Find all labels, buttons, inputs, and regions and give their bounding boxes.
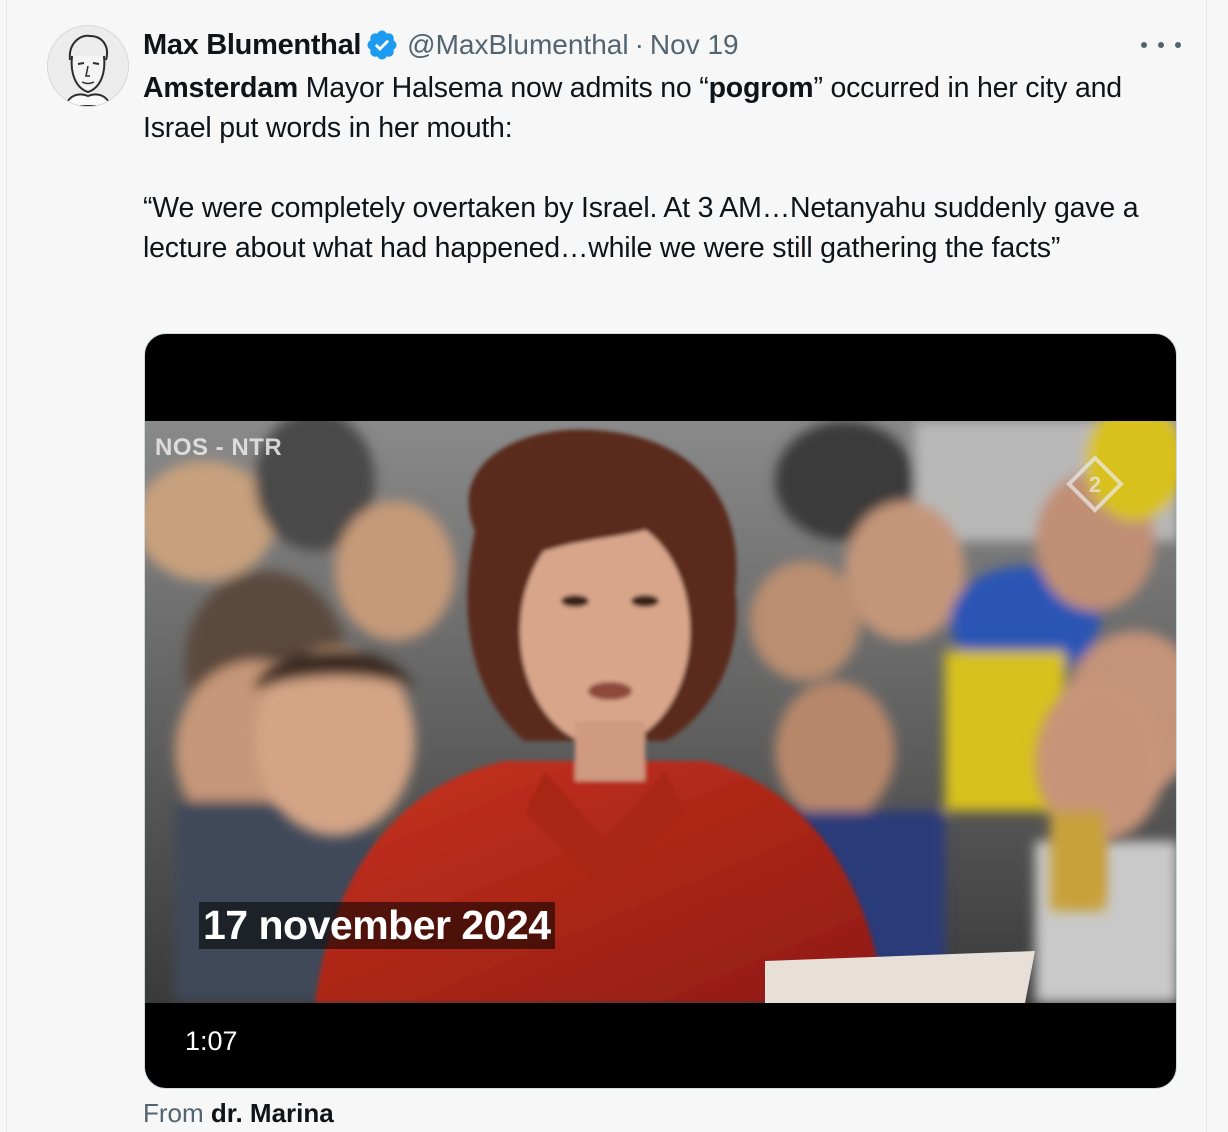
- tweet-text-segment: Mayor Halsema now admits no “: [298, 72, 709, 104]
- tweet-card[interactable]: Max Blumenthal @MaxBlumenthal · Nov 19 A…: [6, 0, 1207, 1132]
- video-date-caption: 17 november 2024: [199, 902, 555, 949]
- tweet-date[interactable]: Nov 19: [650, 29, 739, 61]
- more-dot: [1141, 42, 1147, 48]
- more-dot: [1158, 42, 1164, 48]
- tweet-text: Amsterdam Mayor Halsema now admits no “p…: [143, 68, 1183, 268]
- tweet-header: Max Blumenthal @MaxBlumenthal · Nov 19: [143, 26, 739, 64]
- more-dot: [1175, 42, 1181, 48]
- display-name[interactable]: Max Blumenthal: [143, 29, 361, 62]
- video-player[interactable]: NOS - NTR 2 17 november 2024 1:07: [144, 333, 1177, 1089]
- more-options-icon[interactable]: [1141, 34, 1181, 56]
- verified-badge-icon[interactable]: [365, 28, 399, 62]
- from-label: From: [143, 1098, 204, 1128]
- page: Max Blumenthal @MaxBlumenthal · Nov 19 A…: [0, 0, 1228, 1132]
- avatar-sketch-icon: [48, 26, 128, 106]
- tweet-quote: “We were completely overtaken by Israel.…: [143, 192, 1139, 264]
- media-source: From dr. Marina: [143, 1098, 334, 1129]
- npo-2-logo-icon: 2: [1066, 455, 1124, 513]
- emphasis-pogrom: pogrom: [708, 72, 814, 104]
- svg-text:2: 2: [1089, 472, 1101, 497]
- handle[interactable]: @MaxBlumenthal: [407, 29, 628, 61]
- broadcaster-label: NOS - NTR: [155, 434, 283, 461]
- hashtag-amsterdam: Amsterdam: [143, 72, 299, 104]
- tweet-paragraph-1: Amsterdam Mayor Halsema now admits no “p…: [143, 68, 1183, 148]
- separator-dot: ·: [634, 29, 644, 60]
- video-duration: 1:07: [185, 1026, 238, 1056]
- source-account-link[interactable]: dr. Marina: [211, 1098, 334, 1128]
- avatar[interactable]: [47, 25, 129, 107]
